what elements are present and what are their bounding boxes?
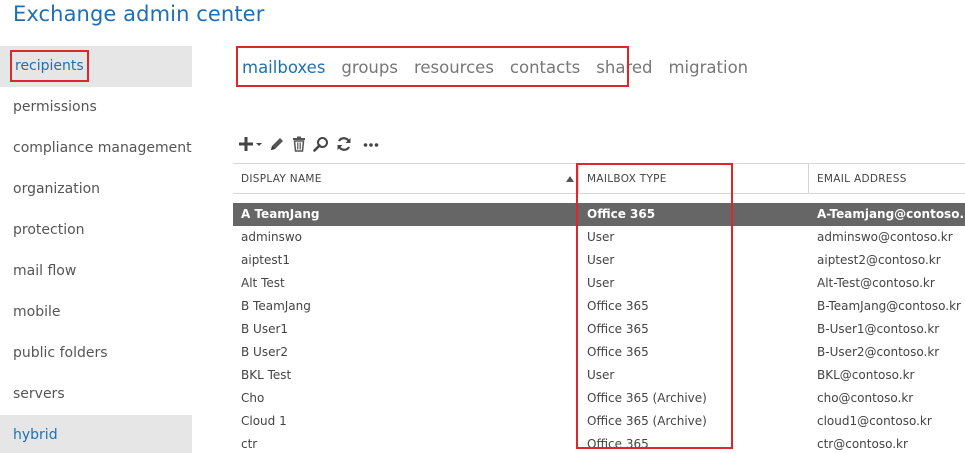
column-header-mailbox-type[interactable]: MAILBOX TYPE [578,164,808,194]
cell-mailbox-type: Office 365 (Archive) [587,391,707,405]
sidebar-item-public-folders[interactable]: public folders [0,333,192,374]
table-row[interactable]: Cho Office 365 (Archive) cho@contoso.kr [233,387,965,410]
tab-contacts[interactable]: contacts [510,58,580,77]
sidebar-item-label: public folders [13,345,108,361]
sidebar-item-protection[interactable]: protection [0,210,192,251]
cell-email-address: ctr@contoso.kr [817,437,908,451]
table-body: A TeamJang Office 365 A-Teamjang@contoso… [233,203,965,453]
sidebar-item-mail-flow[interactable]: mail flow [0,251,192,292]
cell-email-address: BKL@contoso.kr [817,368,915,382]
app-title: Exchange admin center [13,2,265,26]
sidebar-item-label: recipients [10,50,89,82]
tab-bar: mailboxes groups resources contacts shar… [236,46,764,88]
sidebar-item-hybrid[interactable]: hybrid [0,415,192,453]
table-row[interactable]: Cloud 1 Office 365 (Archive) cloud1@cont… [233,410,965,433]
mailbox-table: DISPLAY NAME MAILBOX TYPE EMAIL ADDRESS … [233,163,965,453]
cell-email-address: B-User2@contoso.kr [817,345,940,359]
cell-display-name: BKL Test [241,368,292,382]
cell-mailbox-type: User [587,253,615,267]
sidebar-item-label: permissions [13,99,97,115]
sidebar-item-servers[interactable]: servers [0,374,192,415]
delete-button[interactable] [292,136,306,152]
cell-mailbox-type: User [587,368,615,382]
cell-email-address: B-User1@contoso.kr [817,322,940,336]
cell-mailbox-type: Office 365 [587,345,649,359]
column-header-display-name[interactable]: DISPLAY NAME [233,164,578,194]
cell-display-name: ctr [241,437,258,451]
edit-icon [271,138,283,150]
cell-email-address: A-Teamjang@contoso.kr [817,207,965,221]
sidebar-item-compliance-management[interactable]: compliance management [0,128,192,169]
cell-mailbox-type: Office 365 [587,207,656,221]
tab-groups[interactable]: groups [341,58,398,77]
table-header: DISPLAY NAME MAILBOX TYPE EMAIL ADDRESS [233,163,965,194]
table-row[interactable]: B User1 Office 365 B-User1@contoso.kr [233,318,965,341]
search-button[interactable] [313,136,329,152]
cell-mailbox-type: User [587,276,615,290]
table-row[interactable]: BKL Test User BKL@contoso.kr [233,364,965,387]
tab-resources[interactable]: resources [414,58,494,77]
cell-display-name: Alt Test [241,276,285,290]
sidebar-item-organization[interactable]: organization [0,169,192,210]
sidebar-item-label: hybrid [13,427,58,443]
cell-email-address: cho@contoso.kr [817,391,914,405]
cell-mailbox-type: Office 365 [587,437,649,451]
sidebar-item-label: mobile [13,304,61,320]
sidebar-item-label: compliance management [13,140,192,156]
cell-display-name: B User2 [241,345,289,359]
cell-email-address: Alt-Test@contoso.kr [817,276,935,290]
add-icon [239,137,262,151]
table-row[interactable]: A TeamJang Office 365 A-Teamjang@contoso… [233,203,965,226]
cell-email-address: aiptest2@contoso.kr [817,253,941,267]
cell-email-address: B-TeamJang@contoso.kr [817,299,961,313]
sidebar-item-recipients[interactable]: recipients [0,46,192,87]
tab-migration[interactable]: migration [668,58,748,77]
sidebar-item-label: protection [13,222,85,238]
table-row[interactable]: adminswo User adminswo@contoso.kr [233,226,965,249]
sidebar-item-label: servers [13,386,65,402]
sidebar-item-mobile[interactable]: mobile [0,292,192,333]
table-row[interactable]: Alt Test User Alt-Test@contoso.kr [233,272,965,295]
sort-ascending-icon [566,176,574,182]
cell-display-name: aiptest1 [241,253,290,267]
cell-display-name: Cloud 1 [241,414,287,428]
sidebar-nav: recipients permissions compliance manage… [0,46,192,453]
search-icon [313,137,328,152]
sidebar-item-label: organization [13,181,101,197]
sidebar-item-permissions[interactable]: permissions [0,87,192,128]
table-row[interactable]: B User2 Office 365 B-User2@contoso.kr [233,341,965,364]
cell-email-address: adminswo@contoso.kr [817,230,953,244]
refresh-icon [337,137,351,151]
table-row[interactable]: ctr Office 365 ctr@contoso.kr [233,433,965,453]
cell-display-name: adminswo [241,230,303,244]
table-row[interactable]: B TeamJang Office 365 B-TeamJang@contoso… [233,295,965,318]
tab-mailboxes[interactable]: mailboxes [242,58,325,77]
edit-button[interactable] [269,136,285,152]
more-icon [363,143,379,147]
cell-display-name: B User1 [241,322,289,336]
delete-icon [293,136,305,152]
cell-email-address: cloud1@contoso.kr [817,414,932,428]
cell-display-name: Cho [241,391,265,405]
sidebar-item-label: mail flow [13,263,77,279]
tab-shared[interactable]: shared [596,58,652,77]
more-button[interactable] [363,136,379,152]
add-button[interactable] [236,135,262,153]
refresh-button[interactable] [336,136,352,152]
cell-mailbox-type: User [587,230,615,244]
cell-mailbox-type: Office 365 [587,299,649,313]
cell-display-name: A TeamJang [241,207,320,221]
cell-mailbox-type: Office 365 (Archive) [587,414,707,428]
cell-mailbox-type: Office 365 [587,322,649,336]
column-header-email-address[interactable]: EMAIL ADDRESS [808,164,965,194]
toolbar [236,133,386,155]
table-row[interactable]: aiptest1 User aiptest2@contoso.kr [233,249,965,272]
cell-display-name: B TeamJang [241,299,311,313]
